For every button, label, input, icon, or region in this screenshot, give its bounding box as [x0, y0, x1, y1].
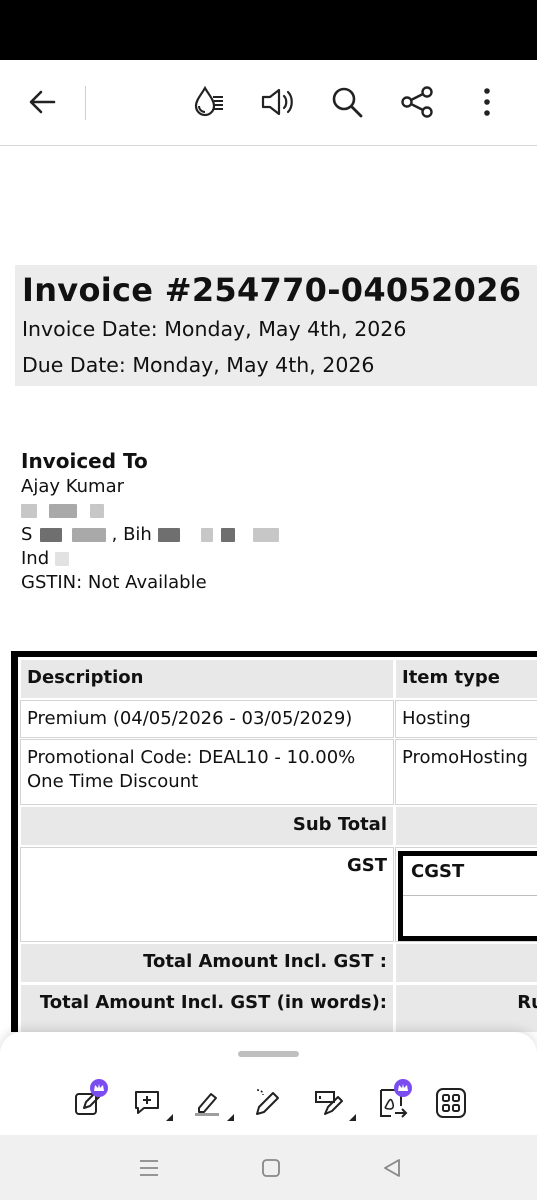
gst-row: GST CGST: [20, 847, 537, 942]
invoiced-to-block: Invoiced To Ajay Kumar S , Bih Ind GSTIN…: [21, 447, 279, 595]
sub-total-label: Sub Total: [21, 807, 393, 845]
sub-total-value: [396, 807, 537, 845]
country-fragment: Ind: [21, 548, 50, 569]
toolbar-divider: [85, 86, 86, 120]
speaker-icon[interactable]: [257, 82, 297, 122]
document-page: Invoice #254770-04052026 Invoice Date: M…: [0, 147, 537, 1032]
table-row: Premium (04/05/2026 - 03/05/2029) Hostin…: [20, 700, 537, 738]
invoice-date: Invoice Date: Monday, May 4th, 2026: [22, 317, 407, 341]
redacted-block: [54, 552, 69, 566]
redacted-block: [157, 528, 180, 542]
header-description: Description: [21, 660, 393, 698]
redacted-block: [71, 528, 106, 542]
grid-menu-icon[interactable]: [431, 1083, 471, 1123]
recents-icon[interactable]: [133, 1152, 165, 1184]
edit-premium-icon[interactable]: [68, 1079, 108, 1123]
customer-name: Ajay Kumar: [21, 476, 124, 497]
pdf-viewer-toolbar: [0, 60, 537, 146]
address-prefix: S: [21, 524, 33, 545]
sub-total-row: Sub Total: [21, 807, 537, 845]
redacted-block: [252, 528, 279, 542]
table-header-row: Description Item type: [21, 660, 537, 698]
total-words-row: Total Amount Incl. GST (in words): Rupe: [21, 985, 537, 1032]
share-icon[interactable]: [397, 82, 437, 122]
back-icon[interactable]: [376, 1152, 408, 1184]
search-icon[interactable]: [327, 82, 367, 122]
header-item-type: Item type: [396, 660, 537, 698]
pen-icon[interactable]: [248, 1083, 288, 1123]
cgst-label: CGST: [403, 856, 537, 896]
redacted-block: [21, 504, 37, 518]
gst-breakdown-table: CGST: [398, 851, 537, 941]
sign-icon[interactable]: [310, 1083, 356, 1123]
system-navigation-bar: [0, 1135, 537, 1200]
redacted-address-line-1: [21, 499, 279, 523]
invoice-title: Invoice #254770-04052026: [22, 271, 522, 309]
status-bar: [0, 0, 537, 60]
redacted-block: [201, 528, 214, 542]
dropdown-indicator: [349, 1114, 356, 1121]
address-country: Ind: [21, 547, 279, 571]
gst-breakdown-cell: CGST: [395, 847, 537, 942]
highlighter-icon[interactable]: [188, 1083, 234, 1123]
total-words-label: Total Amount Incl. GST (in words):: [21, 985, 393, 1032]
invoice-header: Invoice #254770-04052026 Invoice Date: M…: [15, 265, 537, 386]
home-icon[interactable]: [255, 1152, 287, 1184]
row-item-type: Hosting: [395, 700, 537, 738]
total-words-value: Rupe: [396, 985, 537, 1032]
gst-label: GST: [20, 847, 394, 942]
gstin: GSTIN: Not Available: [21, 572, 207, 593]
redacted-address-line-2: S , Bih: [21, 523, 279, 547]
redacted-block: [221, 528, 236, 542]
redacted-block: [90, 504, 105, 518]
redacted-block: [48, 504, 77, 518]
convert-pdf-premium-icon[interactable]: [372, 1079, 412, 1123]
sheet-drag-handle[interactable]: [238, 1051, 299, 1057]
dropdown-indicator: [227, 1114, 234, 1121]
premium-crown-icon: [90, 1079, 108, 1097]
city-fragment: , Bih: [111, 524, 152, 545]
row-description: Promotional Code: DEAL10 - 10.00% One Ti…: [20, 739, 394, 805]
row-item-type: PromoHosting: [395, 739, 537, 805]
add-comment-icon[interactable]: [127, 1083, 173, 1123]
redacted-block: [40, 528, 63, 542]
total-value: [396, 944, 537, 982]
annotation-tools-sheet: [0, 1032, 537, 1135]
table-row: Promotional Code: DEAL10 - 10.00% One Ti…: [20, 739, 537, 805]
dropdown-indicator: [166, 1114, 173, 1121]
more-options-icon[interactable]: [467, 82, 507, 122]
total-label: Total Amount Incl. GST :: [21, 944, 393, 982]
back-arrow-icon[interactable]: [22, 82, 62, 122]
row-description: Premium (04/05/2026 - 03/05/2029): [20, 700, 394, 738]
reading-mode-icon[interactable]: [188, 82, 228, 122]
premium-crown-icon: [394, 1079, 412, 1097]
total-row: Total Amount Incl. GST :: [21, 944, 537, 982]
invoice-items-table: Description Item type Premium (04/05/202…: [11, 651, 537, 1032]
invoiced-to-heading: Invoiced To: [21, 449, 148, 473]
due-date: Due Date: Monday, May 4th, 2026: [22, 353, 375, 377]
